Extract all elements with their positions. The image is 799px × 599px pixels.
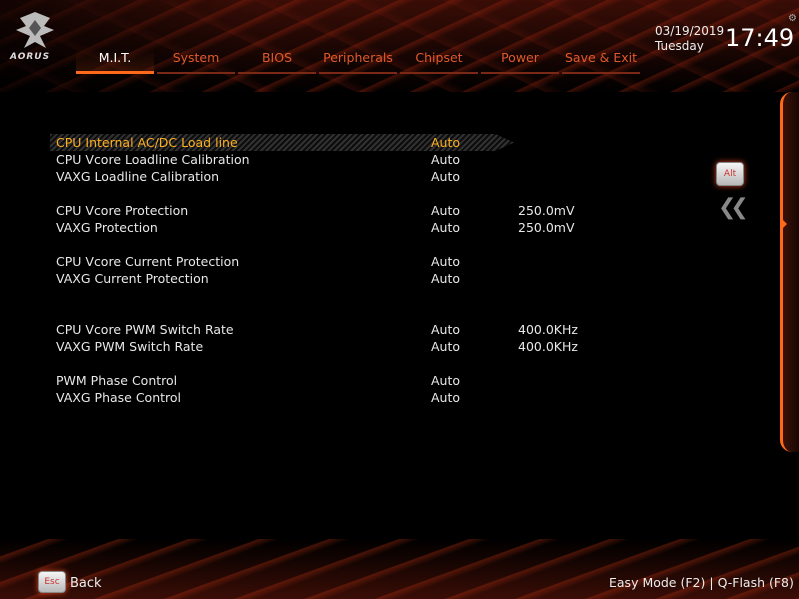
setting-current-value: 250.0mV	[518, 203, 575, 218]
tab-chipset[interactable]: Chipset	[400, 50, 478, 74]
date-display: 03/19/2019 Tuesday	[655, 24, 724, 54]
setting-label: VAXG Protection	[56, 220, 158, 235]
side-panel-arrow-icon	[781, 218, 787, 230]
setting-row-vaxg-llc[interactable]: VAXG Loadline Calibration Auto	[56, 168, 536, 185]
setting-value[interactable]: Auto	[431, 219, 460, 236]
side-panel-tab[interactable]	[780, 92, 799, 452]
setting-label: CPU Vcore Protection	[56, 203, 189, 218]
easy-mode-button[interactable]: Easy Mode (F2)	[609, 575, 705, 590]
setting-row-cpu-vcore-current-protection[interactable]: CPU Vcore Current Protection Auto	[56, 253, 536, 270]
setting-label: VAXG Current Protection	[56, 271, 209, 286]
setting-value[interactable]: Auto	[431, 134, 460, 151]
setting-label: CPU Vcore PWM Switch Rate	[56, 322, 234, 337]
setting-value[interactable]: Auto	[431, 389, 460, 406]
setting-current-value: 250.0mV	[518, 220, 575, 235]
double-chevron-left-icon[interactable]: ❮❮	[718, 195, 749, 220]
footer-shortcuts: Easy Mode (F2) | Q-Flash (F8)	[609, 575, 794, 590]
setting-current-value: 400.0KHz	[518, 322, 578, 337]
setting-value[interactable]: Auto	[431, 338, 460, 355]
main-tabs: M.I.T. System BIOS Peripherals Chipset P…	[76, 50, 643, 74]
date-text: 03/19/2019	[655, 24, 725, 38]
setting-row-vaxg-pwm-switch-rate[interactable]: VAXG PWM Switch Rate Auto 400.0KHz	[56, 338, 578, 355]
logo-text: AORUS	[10, 52, 51, 62]
setting-row-cpu-vcore-protection[interactable]: CPU Vcore Protection Auto 250.0mV	[56, 202, 575, 219]
setting-current-value: 400.0KHz	[518, 339, 578, 354]
setting-label: CPU Vcore Loadline Calibration	[56, 152, 250, 167]
alt-key-button[interactable]: Alt	[716, 162, 744, 186]
setting-label: VAXG Loadline Calibration	[56, 169, 220, 184]
footer-separator: |	[709, 575, 714, 590]
setting-label: VAXG PWM Switch Rate	[56, 339, 204, 354]
setting-label: CPU Internal AC/DC Load line	[56, 135, 238, 150]
settings-list: CPU Internal AC/DC Load line Auto CPU Vc…	[50, 134, 578, 406]
tab-system[interactable]: System	[157, 50, 235, 74]
setting-value[interactable]: Auto	[431, 372, 460, 389]
setting-row-cpu-vcore-llc[interactable]: CPU Vcore Loadline Calibration Auto	[56, 151, 536, 168]
back-button[interactable]: Back	[70, 576, 102, 591]
setting-value[interactable]: Auto	[431, 253, 460, 270]
setting-row-cpu-vcore-pwm-switch-rate[interactable]: CPU Vcore PWM Switch Rate Auto 400.0KHz	[56, 321, 578, 338]
clock: 17:49	[725, 24, 795, 52]
day-text: Tuesday	[655, 39, 704, 53]
tab-power[interactable]: Power	[481, 50, 559, 74]
setting-row-vaxg-current-protection[interactable]: VAXG Current Protection Auto	[56, 270, 536, 287]
setting-row-cpu-internal-acdc-loadline[interactable]: CPU Internal AC/DC Load line Auto	[50, 134, 536, 151]
tab-bios[interactable]: BIOS	[238, 50, 316, 74]
setting-value[interactable]: Auto	[431, 202, 460, 219]
qflash-button[interactable]: Q-Flash (F8)	[718, 575, 794, 590]
tab-mit[interactable]: M.I.T.	[76, 50, 154, 74]
setting-value[interactable]: Auto	[431, 151, 460, 168]
tab-peripherals[interactable]: Peripherals	[319, 50, 397, 74]
setting-value[interactable]: Auto	[431, 321, 460, 338]
setting-label: CPU Vcore Current Protection	[56, 254, 240, 269]
setting-row-vaxg-phase-control[interactable]: VAXG Phase Control Auto	[56, 389, 536, 406]
setting-label: VAXG Phase Control	[56, 390, 182, 405]
setting-row-pwm-phase-control[interactable]: PWM Phase Control Auto	[56, 372, 536, 389]
setting-value[interactable]: Auto	[431, 270, 460, 287]
footer-background	[0, 539, 799, 599]
setting-row-vaxg-protection[interactable]: VAXG Protection Auto 250.0mV	[56, 219, 575, 236]
setting-value[interactable]: Auto	[431, 168, 460, 185]
tab-save-exit[interactable]: Save & Exit	[562, 50, 640, 74]
esc-key-button[interactable]: Esc	[38, 571, 66, 593]
setting-label: PWM Phase Control	[56, 373, 178, 388]
gear-icon[interactable]: ⚙	[788, 13, 797, 24]
